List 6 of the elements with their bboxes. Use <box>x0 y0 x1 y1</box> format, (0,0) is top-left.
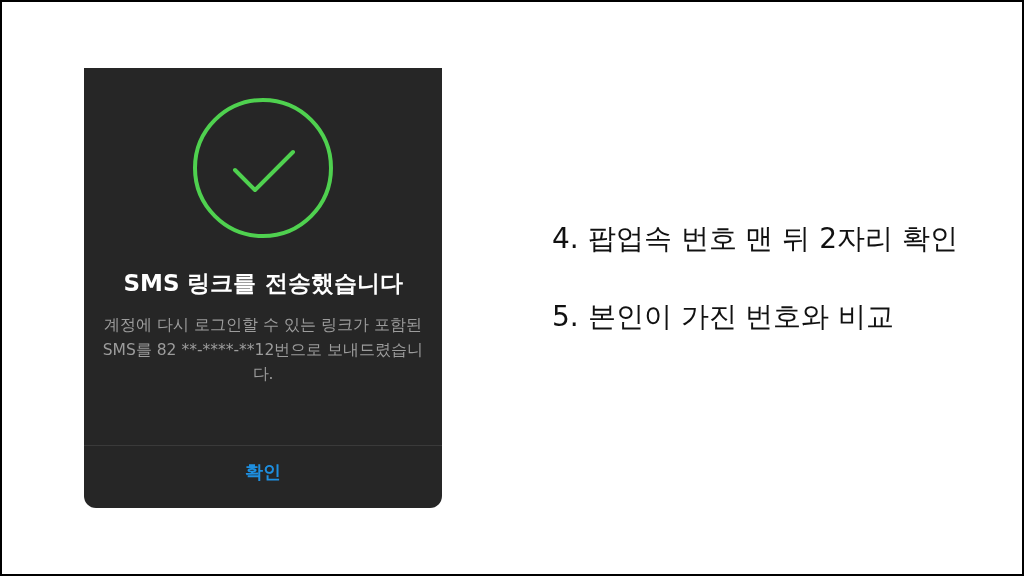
dialog-title: SMS 링크를 전송했습니다 <box>123 269 403 298</box>
step-text: 4. 팝업속 번호 맨 뒤 2자리 확인 <box>552 222 958 256</box>
dialog-message: 계정에 다시 로그인할 수 있는 링크가 포함된 SMS를 82 **-****-**12번으로 보내드렸습니다. <box>101 315 425 385</box>
step-text: 5. 본인이 가진 번호와 비교 <box>552 300 896 334</box>
checkmark-circle-icon <box>191 96 335 240</box>
confirm-button[interactable]: 확인 <box>221 446 305 508</box>
